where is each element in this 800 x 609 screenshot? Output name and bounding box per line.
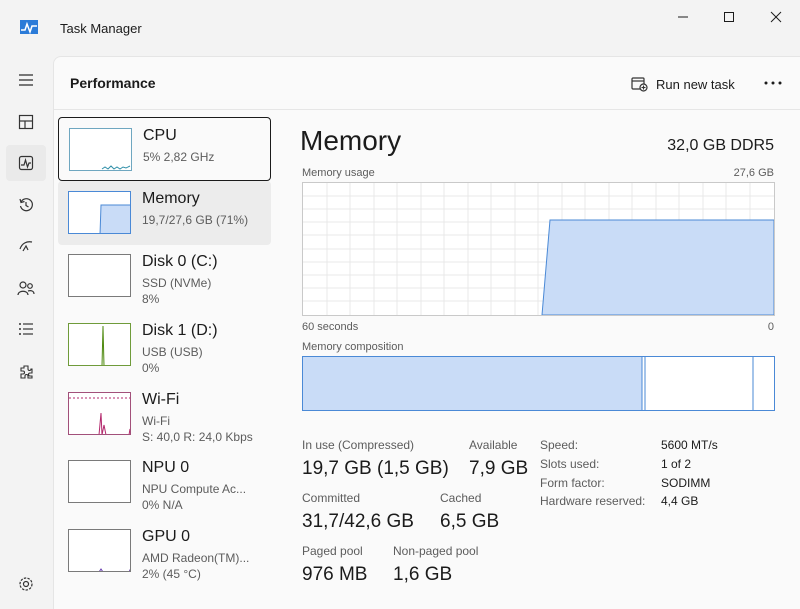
resource-name: Wi-Fi [142,391,180,408]
graph-time-span: 60 seconds [302,321,359,333]
title-bar: Task Manager [0,0,800,56]
resource-name: Disk 1 (D:) [142,322,218,339]
spec-value: 1 of 2 [661,457,692,471]
spec-value: 4,4 GB [661,494,699,508]
run-new-task-button[interactable]: Run new task [631,73,735,95]
task-manager-app-icon [20,20,38,34]
maximize-button[interactable] [705,0,753,34]
hamburger-icon [19,74,33,86]
resource-name: Memory [142,190,200,207]
resource-cpu[interactable]: CPU 5% 2,82 GHz [58,117,271,181]
services-icon [20,365,33,379]
rail-performance[interactable] [6,145,46,181]
spec-value: SODIMM [661,476,711,490]
rail-app-history[interactable] [6,187,46,223]
in-use-label: In use (Compressed) [302,438,415,452]
available-value: 7,9 GB [469,458,529,479]
resource-detail: 5% 2,82 GHz [143,150,215,164]
memory-usage-max: 27,6 GB [733,167,774,179]
available-label: Available [469,438,518,452]
resource-gpu[interactable]: GPU 0 AMD Radeon(TM)... 2% (45 °C) [58,519,271,583]
gpu-thumbnail [68,529,131,572]
settings-icon [19,577,33,591]
details-icon [19,323,33,335]
page-title: Performance [70,75,156,91]
close-icon [770,11,782,23]
header-divider [54,109,800,110]
non-paged-pool-label: Non-paged pool [393,544,479,558]
rail-startup-apps[interactable] [6,228,46,264]
resource-disk-1[interactable]: Disk 1 (D:) USB (USB) 0% [58,313,271,377]
close-button[interactable] [752,0,800,34]
npu-thumbnail [68,460,131,503]
minimize-icon [678,16,688,18]
window-title: Task Manager [60,21,142,36]
more-options-button[interactable] [760,71,786,95]
processes-icon [18,114,34,130]
disk-0-thumbnail [68,254,131,297]
rail-services[interactable] [6,354,46,390]
resource-name: CPU [143,127,177,144]
rail-users[interactable] [6,270,46,306]
resource-usage: S: 40,0 R: 24,0 Kbps [142,430,253,444]
more-options-icon [764,81,782,85]
resource-detail: 19,7/27,6 GB (71%) [142,213,249,227]
paged-pool-label: Paged pool [302,544,363,558]
run-new-task-icon [631,77,648,92]
resource-name: Disk 0 (C:) [142,253,218,270]
spec-label: Form factor: [540,476,605,490]
resource-usage: 2% (45 °C) [142,567,201,581]
graph-time-zero: 0 [767,321,774,333]
memory-usage-label: Memory usage [302,167,375,179]
rail-settings[interactable] [6,566,46,602]
resource-usage: 0% N/A [142,498,183,512]
performance-icon [18,155,34,171]
resource-detail: Wi-Fi [142,414,170,428]
composition-in-use-segment [303,357,642,410]
detail-title: Memory [300,125,402,156]
resource-usage: 0% [142,361,160,375]
app-history-icon [19,198,33,212]
resource-detail: SSD (NVMe) [142,276,212,290]
cached-value: 6,5 GB [440,511,500,532]
resource-disk-0[interactable]: Disk 0 (C:) SSD (NVMe) 8% [58,244,271,308]
rail-details[interactable] [6,311,46,347]
main-panel: Performance Run new task CPU 5% 2,82 GHz… [53,56,800,609]
resource-name: GPU 0 [142,528,191,545]
memory-usage-graph [302,182,775,316]
resource-memory[interactable]: Memory 19,7/27,6 GB (71%) [58,181,271,245]
cached-label: Cached [440,491,482,505]
memory-composition-label: Memory composition [302,341,404,353]
memory-composition-bar [302,356,775,411]
resource-npu[interactable]: NPU 0 NPU Compute Ac... 0% N/A [58,450,271,514]
committed-label: Committed [302,491,361,505]
spec-label: Speed: [540,438,579,452]
non-paged-pool-value: 1,6 GB [393,564,453,585]
resource-detail: AMD Radeon(TM)... [142,551,250,565]
startup-apps-icon [19,241,33,252]
paged-pool-value: 976 MB [302,564,368,585]
disk-1-thumbnail [68,323,131,366]
resource-name: NPU 0 [142,459,190,476]
spec-value: 5600 MT/s [661,438,718,452]
resource-detail: USB (USB) [142,345,203,359]
cpu-thumbnail [69,128,132,171]
users-icon [17,281,35,296]
committed-value: 31,7/42,6 GB [302,511,414,532]
resource-usage: 8% [142,292,160,306]
rail-processes[interactable] [6,104,46,140]
resource-detail: NPU Compute Ac... [142,482,247,496]
wifi-thumbnail [68,392,131,435]
run-new-task-label: Run new task [656,76,735,92]
in-use-value: 19,7 GB (1,5 GB) [302,458,449,479]
maximize-icon [724,12,734,22]
spec-label: Slots used: [540,457,600,471]
memory-capacity-spec: 32,0 GB DDR5 [667,137,774,154]
resource-wifi[interactable]: Wi-Fi Wi-Fi S: 40,0 R: 24,0 Kbps [58,382,271,446]
spec-label: Hardware reserved: [540,494,646,508]
memory-thumbnail [68,191,131,234]
minimize-button[interactable] [659,0,707,34]
navigation-menu-button[interactable] [6,62,46,98]
